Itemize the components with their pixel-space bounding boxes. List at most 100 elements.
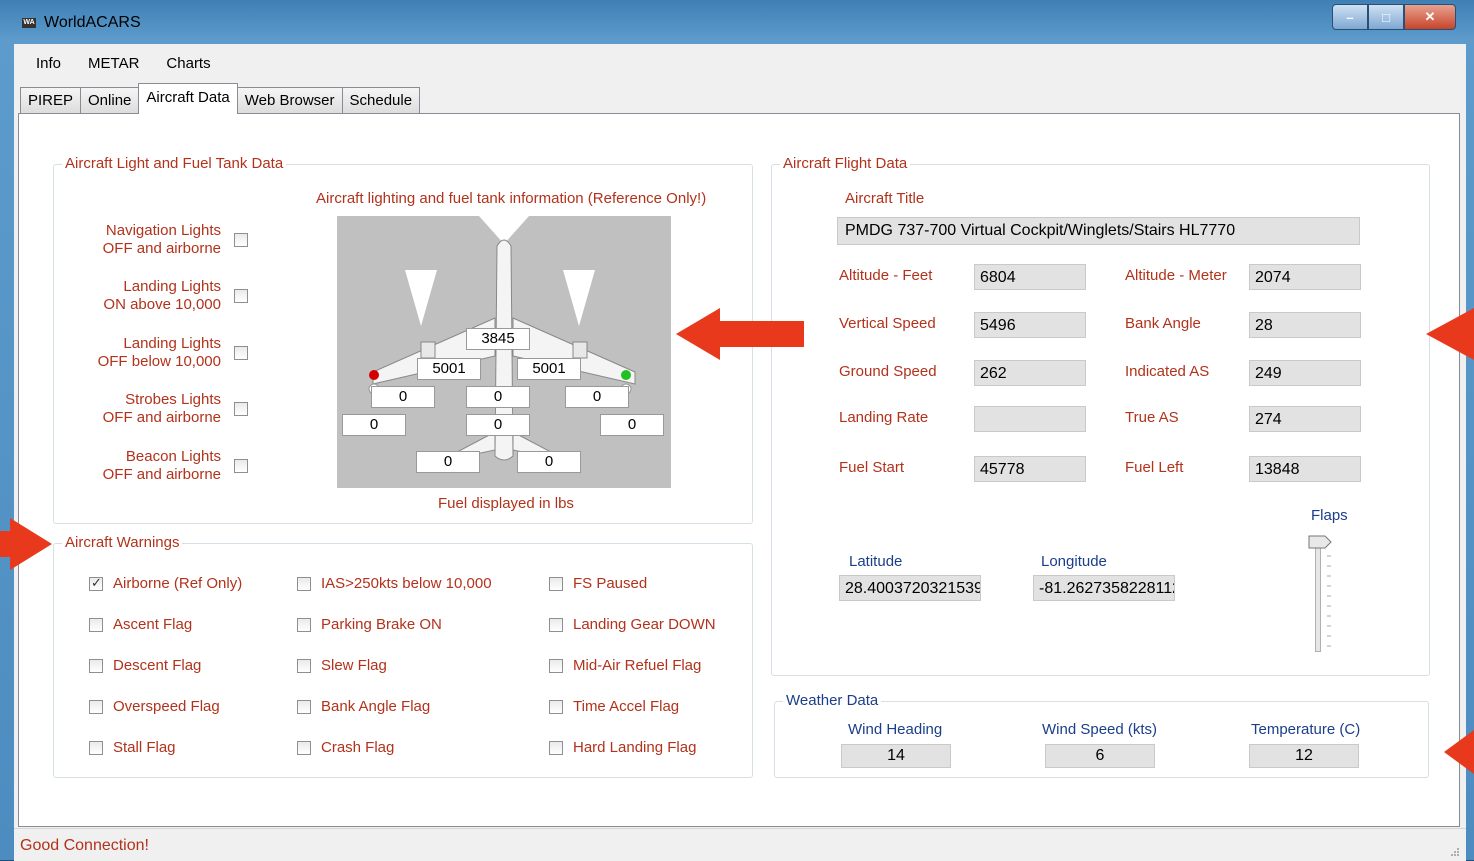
menu-charts[interactable]: Charts <box>152 55 223 72</box>
warning-label: Parking Brake ON <box>321 616 442 633</box>
tab-schedule[interactable]: Schedule <box>341 87 421 114</box>
flight-left-value <box>974 406 1086 432</box>
annotation-arrow-left-icon <box>676 308 804 360</box>
maximize-button[interactable]: □ <box>1368 4 1404 30</box>
aircraft-title-field: PMDG 737-700 Virtual Cockpit/Winglets/St… <box>837 217 1360 245</box>
light-strobes-checkbox[interactable] <box>234 402 248 416</box>
light-nav-label: Navigation Lights OFF and airborne <box>102 222 221 257</box>
warning-checkbox[interactable] <box>89 700 103 714</box>
window-title: WorldACARS <box>44 14 141 31</box>
minimize-button[interactable]: – <box>1332 4 1368 30</box>
longitude-field: -81.2627358228112 <box>1033 575 1175 601</box>
light-landing-on-checkbox[interactable] <box>234 289 248 303</box>
app-window: WA WorldACARS – □ ✕ Info METAR Charts PI… <box>0 0 1474 861</box>
warning-checkbox[interactable] <box>89 575 103 591</box>
weather-title: Weather Data <box>783 692 882 709</box>
aircraft-data-page: Aircraft Light and Fuel Tank Data Naviga… <box>18 113 1460 827</box>
annotation-arrow-warnings-icon <box>0 518 52 570</box>
flight-left-label: Fuel Start <box>839 459 905 476</box>
tab-online[interactable]: Online <box>80 87 140 114</box>
latitude-label: Latitude <box>849 553 903 570</box>
warning-checkbox[interactable] <box>89 659 103 673</box>
flaps-label: Flaps <box>1311 507 1348 524</box>
light-strobes-label: Strobes Lights OFF and airborne <box>102 391 221 426</box>
flight-right-value: 2074 <box>1249 264 1361 290</box>
warning-label: Time Accel Flag <box>573 698 680 715</box>
tank-tail-right: 0 <box>517 451 581 473</box>
flight-left-label: Vertical Speed <box>839 315 936 332</box>
tank-row1-center: 0 <box>466 386 530 408</box>
warning-checkbox[interactable] <box>297 659 311 673</box>
tank-row2-left: 0 <box>342 414 406 436</box>
wind-heading-field: 14 <box>841 744 951 768</box>
flight-right-label: True AS <box>1125 409 1179 426</box>
light-beacon-checkbox[interactable] <box>234 459 248 473</box>
flight-left-label: Ground Speed <box>839 363 937 380</box>
warning-label: Slew Flag <box>321 657 387 674</box>
flight-right-value: 13848 <box>1249 456 1361 482</box>
temperature-label: Temperature (C) <box>1251 721 1361 738</box>
warning-label: Bank Angle Flag <box>321 698 431 715</box>
flaps-slider-thumb <box>1308 535 1332 549</box>
close-button[interactable]: ✕ <box>1404 4 1456 30</box>
tank-row2-right: 0 <box>600 414 664 436</box>
lights-fuel-title: Aircraft Light and Fuel Tank Data <box>62 155 287 172</box>
flight-right-label: Indicated AS <box>1125 363 1210 380</box>
wind-speed-field: 6 <box>1045 744 1155 768</box>
warning-label: FS Paused <box>573 575 648 592</box>
wind-heading-label: Wind Heading <box>848 721 943 738</box>
warning-checkbox[interactable] <box>297 577 311 591</box>
longitude-label: Longitude <box>1041 553 1107 570</box>
warning-label: Crash Flag <box>321 739 395 756</box>
flight-left-value: 262 <box>974 360 1086 386</box>
warning-checkbox[interactable] <box>549 618 563 632</box>
client-area: Info METAR Charts PIREP Online Aircraft … <box>14 44 1466 861</box>
menu-metar[interactable]: METAR <box>74 55 152 72</box>
tab-pirep[interactable]: PIREP <box>20 87 82 114</box>
warning-checkbox[interactable] <box>297 741 311 755</box>
light-nav-checkbox[interactable] <box>234 233 248 247</box>
flight-right-value: 274 <box>1249 406 1361 432</box>
status-text: Good Connection! <box>20 837 149 854</box>
annotation-arrow-weather-icon <box>1444 730 1474 774</box>
resize-grip-icon[interactable] <box>1450 847 1460 857</box>
flight-right-value: 28 <box>1249 312 1361 338</box>
flaps-slider[interactable] <box>1303 532 1333 652</box>
tank-left-main: 5001 <box>417 358 481 380</box>
flight-data-title: Aircraft Flight Data <box>780 155 911 172</box>
tank-center: 3845 <box>466 328 530 350</box>
tab-strip: PIREP Online Aircraft Data Web Browser S… <box>20 83 421 114</box>
nav-light-left-icon <box>369 370 379 380</box>
warning-checkbox[interactable] <box>549 577 563 591</box>
nav-lights <box>368 370 632 395</box>
light-landing-off-checkbox[interactable] <box>234 346 248 360</box>
warning-checkbox[interactable] <box>89 741 103 755</box>
warning-checkbox[interactable] <box>549 659 563 673</box>
warning-checkbox[interactable] <box>549 700 563 714</box>
temperature-field: 12 <box>1249 744 1359 768</box>
flight-left-value: 45778 <box>974 456 1086 482</box>
status-bar: Good Connection! <box>14 828 1466 861</box>
warning-checkbox[interactable] <box>89 618 103 632</box>
tab-aircraft-data[interactable]: Aircraft Data <box>138 83 238 114</box>
tank-right-main: 5001 <box>517 358 581 380</box>
warning-label: Mid-Air Refuel Flag <box>573 657 702 674</box>
light-landing-on-label: Landing Lights ON above 10,000 <box>103 278 221 313</box>
tank-row2-center: 0 <box>466 414 530 436</box>
annotation-arrow-right-edge-icon <box>1426 308 1474 360</box>
menu-info[interactable]: Info <box>14 55 74 72</box>
tab-web-browser[interactable]: Web Browser <box>236 87 343 114</box>
window-controls: – □ ✕ <box>1332 4 1456 30</box>
warning-label: IAS>250kts below 10,000 <box>321 575 492 592</box>
warning-label: Landing Gear DOWN <box>573 616 716 633</box>
nav-light-right-icon <box>621 370 631 380</box>
warning-checkbox[interactable] <box>297 618 311 632</box>
warning-checkbox[interactable] <box>297 700 311 714</box>
warning-label: Ascent Flag <box>113 616 193 633</box>
warning-label: Hard Landing Flag <box>573 739 697 756</box>
title-bar[interactable]: WA WorldACARS – □ ✕ <box>0 0 1474 44</box>
aircraft-title-label: Aircraft Title <box>845 190 925 207</box>
flight-left-label: Altitude - Feet <box>839 267 933 284</box>
tank-row1-left: 0 <box>371 386 435 408</box>
warning-checkbox[interactable] <box>549 741 563 755</box>
